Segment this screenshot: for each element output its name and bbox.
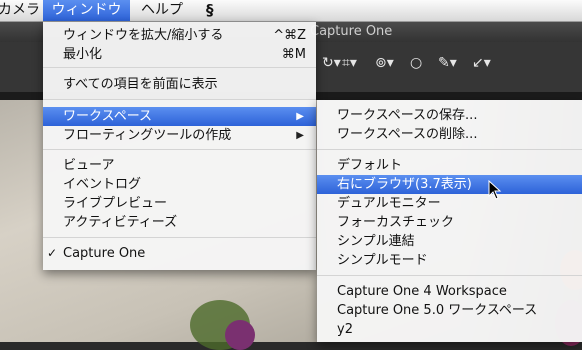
menu-item-bring-all-to-front[interactable]: すべての項目を前面に表示 xyxy=(43,75,316,94)
menu-window[interactable]: ウィンドウ xyxy=(43,0,130,21)
menu-item-minimize[interactable]: 最小化 ⌘M xyxy=(43,45,316,64)
menu-help[interactable]: ヘルプ xyxy=(133,0,191,21)
menu-item-label: フローティングツールの作成 xyxy=(63,128,232,143)
menu-separator xyxy=(43,149,316,150)
menu-item-label: ウィンドウを拡大/縮小する xyxy=(63,28,224,43)
menu-item-c1-5-workspace[interactable]: Capture One 5.0 ワークスペース xyxy=(317,301,582,320)
menu-item-browser-right[interactable]: 右にブラウザ(3.7表示) xyxy=(317,175,582,194)
menu-item-simple-tethered[interactable]: シンプル連結 xyxy=(317,232,582,251)
menu-item-label: すべての項目を前面に表示 xyxy=(63,77,218,92)
menu-item-label: 最小化 xyxy=(63,47,103,62)
menu-item-default[interactable]: デフォルト xyxy=(317,156,582,175)
menu-item-activities[interactable]: アクティビティーズ xyxy=(43,213,316,232)
window-menu: ウィンドウを拡大/縮小する ^⌘Z 最小化 ⌘M すべての項目を前面に表示 ワー… xyxy=(43,22,316,270)
menu-item-delete-workspace[interactable]: ワークスペースの削除... xyxy=(317,125,582,144)
menu-item-label: アクティビティーズ xyxy=(63,215,178,230)
menu-item-label: ワークスペースの保存... xyxy=(337,108,478,123)
menu-separator xyxy=(317,149,582,150)
menu-separator xyxy=(43,99,316,100)
menu-item-label: フォーカスチェック xyxy=(337,215,455,230)
cursor-tool-icon[interactable]: ↙▾ xyxy=(472,55,491,71)
menu-item-label: シンプル連結 xyxy=(337,234,415,249)
menu-item-workspace[interactable]: ワークスペース ▶ xyxy=(43,107,316,126)
menu-item-capture-one-window[interactable]: ✓ Capture One xyxy=(43,244,316,263)
menu-item-shortcut: ⌘M xyxy=(281,47,306,62)
menu-item-label: ライブプレビュー xyxy=(63,196,168,211)
straighten-tool-icon[interactable]: ⊚▾ xyxy=(375,55,394,71)
menu-item-label: デュアルモニター xyxy=(337,196,441,211)
menu-item-shortcut: ^⌘Z xyxy=(273,28,306,43)
menu-item-label: y2 xyxy=(337,322,353,337)
menu-item-label: Capture One 4 Workspace xyxy=(337,284,507,299)
menu-separator xyxy=(317,275,582,276)
mouse-cursor-icon xyxy=(488,180,502,200)
menu-item-floating-tool[interactable]: フローティングツールの作成 ▶ xyxy=(43,126,316,145)
menu-item-y2[interactable]: y2 xyxy=(317,320,582,339)
menu-item-label: イベントログ xyxy=(63,177,142,192)
menu-item-label: Capture One 5.0 ワークスペース xyxy=(337,303,538,318)
menu-item-save-workspace[interactable]: ワークスペースの保存... xyxy=(317,106,582,125)
rotate-tool-icon[interactable]: ↻▾ xyxy=(322,55,341,71)
crop-tool-icon[interactable]: ⌗▾ xyxy=(342,55,357,71)
menu-item-label: Capture One xyxy=(63,246,146,261)
picker-tool-icon[interactable]: ✎▾ xyxy=(438,55,457,71)
menu-item-label: ワークスペースの削除... xyxy=(337,127,478,142)
submenu-arrow-icon: ▶ xyxy=(296,111,304,122)
menu-bar: カメラ ウィンドウ ヘルプ § xyxy=(0,0,582,22)
checkmark-icon: ✓ xyxy=(47,246,58,260)
photo-flower xyxy=(225,320,255,350)
menu-separator xyxy=(43,237,316,238)
circle-tool-icon[interactable]: ○ xyxy=(410,55,422,71)
menu-item-dual-monitor[interactable]: デュアルモニター xyxy=(317,194,582,213)
menu-item-c1-4-workspace[interactable]: Capture One 4 Workspace xyxy=(317,282,582,301)
workspace-submenu: ワークスペースの保存... ワークスペースの削除... デフォルト 右にブラウザ… xyxy=(317,100,582,342)
menu-item-label: 右にブラウザ(3.7表示) xyxy=(337,177,472,192)
script-icon[interactable]: § xyxy=(198,0,222,21)
submenu-arrow-icon: ▶ xyxy=(296,130,304,141)
menu-item-label: シンプルモード xyxy=(337,253,428,268)
menu-item-event-log[interactable]: イベントログ xyxy=(43,175,316,194)
menu-item-focus-check[interactable]: フォーカスチェック xyxy=(317,213,582,232)
menu-item-label: ビューア xyxy=(63,158,115,173)
menu-separator xyxy=(43,67,316,68)
window-title: Capture One xyxy=(310,24,393,39)
menu-item-simple-mode[interactable]: シンプルモード xyxy=(317,251,582,270)
menu-camera[interactable]: カメラ xyxy=(0,0,48,21)
menu-item-label: ワークスペース xyxy=(63,109,153,124)
menu-item-viewer[interactable]: ビューア xyxy=(43,156,316,175)
menu-item-zoom[interactable]: ウィンドウを拡大/縮小する ^⌘Z xyxy=(43,26,316,45)
menu-item-label: デフォルト xyxy=(337,158,403,173)
menu-item-live-preview[interactable]: ライブプレビュー xyxy=(43,194,316,213)
